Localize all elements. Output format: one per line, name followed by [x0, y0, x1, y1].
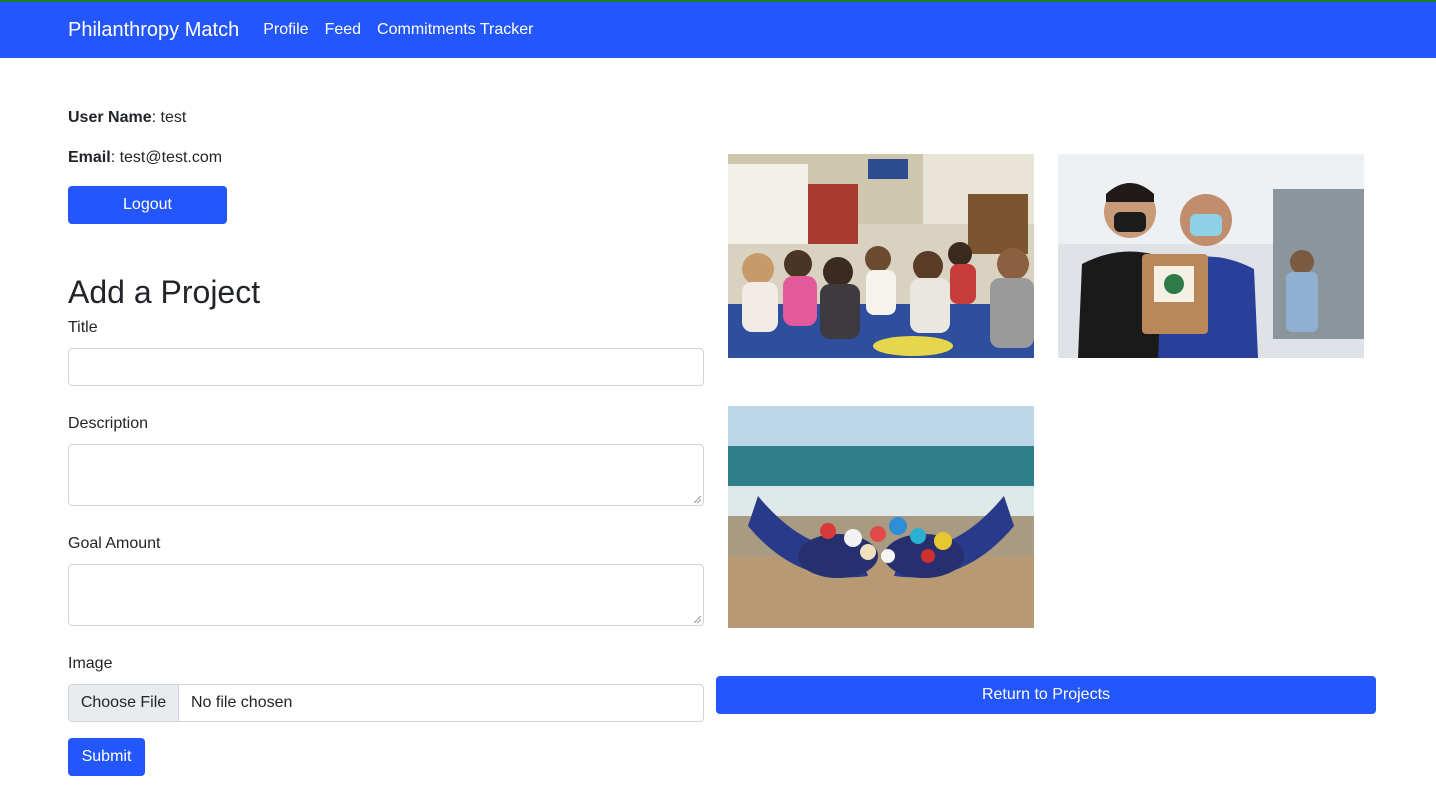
username-value: : test — [151, 109, 187, 126]
profile-column: User Name: test Email: test@test.com Log… — [68, 108, 704, 776]
beach-cleanup-photo[interactable] — [728, 406, 1034, 628]
email-label: Email — [68, 149, 111, 166]
brand-link[interactable]: Philanthropy Match — [68, 19, 239, 42]
classroom-photo[interactable] — [728, 154, 1034, 358]
email-line: Email: test@test.com — [68, 148, 704, 168]
return-to-projects-button[interactable]: Return to Projects — [716, 676, 1376, 714]
image-file-input[interactable]: Choose File No file chosen — [68, 684, 704, 722]
choose-file-button[interactable]: Choose File — [69, 685, 179, 721]
logout-button[interactable]: Logout — [68, 186, 227, 224]
title-label: Title — [68, 319, 98, 336]
description-label: Description — [68, 415, 149, 432]
nav-link-commitments-tracker[interactable]: Commitments Tracker — [377, 21, 533, 39]
title-input[interactable] — [68, 348, 704, 386]
nav-link-feed[interactable]: Feed — [325, 21, 361, 39]
username-label: User Name — [68, 109, 152, 126]
description-textarea[interactable] — [68, 444, 704, 506]
file-status-text: No file chosen — [191, 694, 293, 711]
nav-link-profile[interactable]: Profile — [263, 21, 308, 39]
email-value: : test@test.com — [110, 149, 223, 166]
image-label: Image — [68, 655, 113, 672]
submit-button[interactable]: Submit — [68, 738, 145, 776]
goal-amount-label: Goal Amount — [68, 535, 161, 552]
top-navbar: Philanthropy Match Profile Feed Commitme… — [0, 0, 1436, 58]
volunteers-photo[interactable] — [1058, 154, 1364, 358]
goal-amount-textarea[interactable] — [68, 564, 704, 626]
username-line: User Name: test — [68, 108, 704, 128]
add-project-heading: Add a Project — [68, 274, 261, 310]
